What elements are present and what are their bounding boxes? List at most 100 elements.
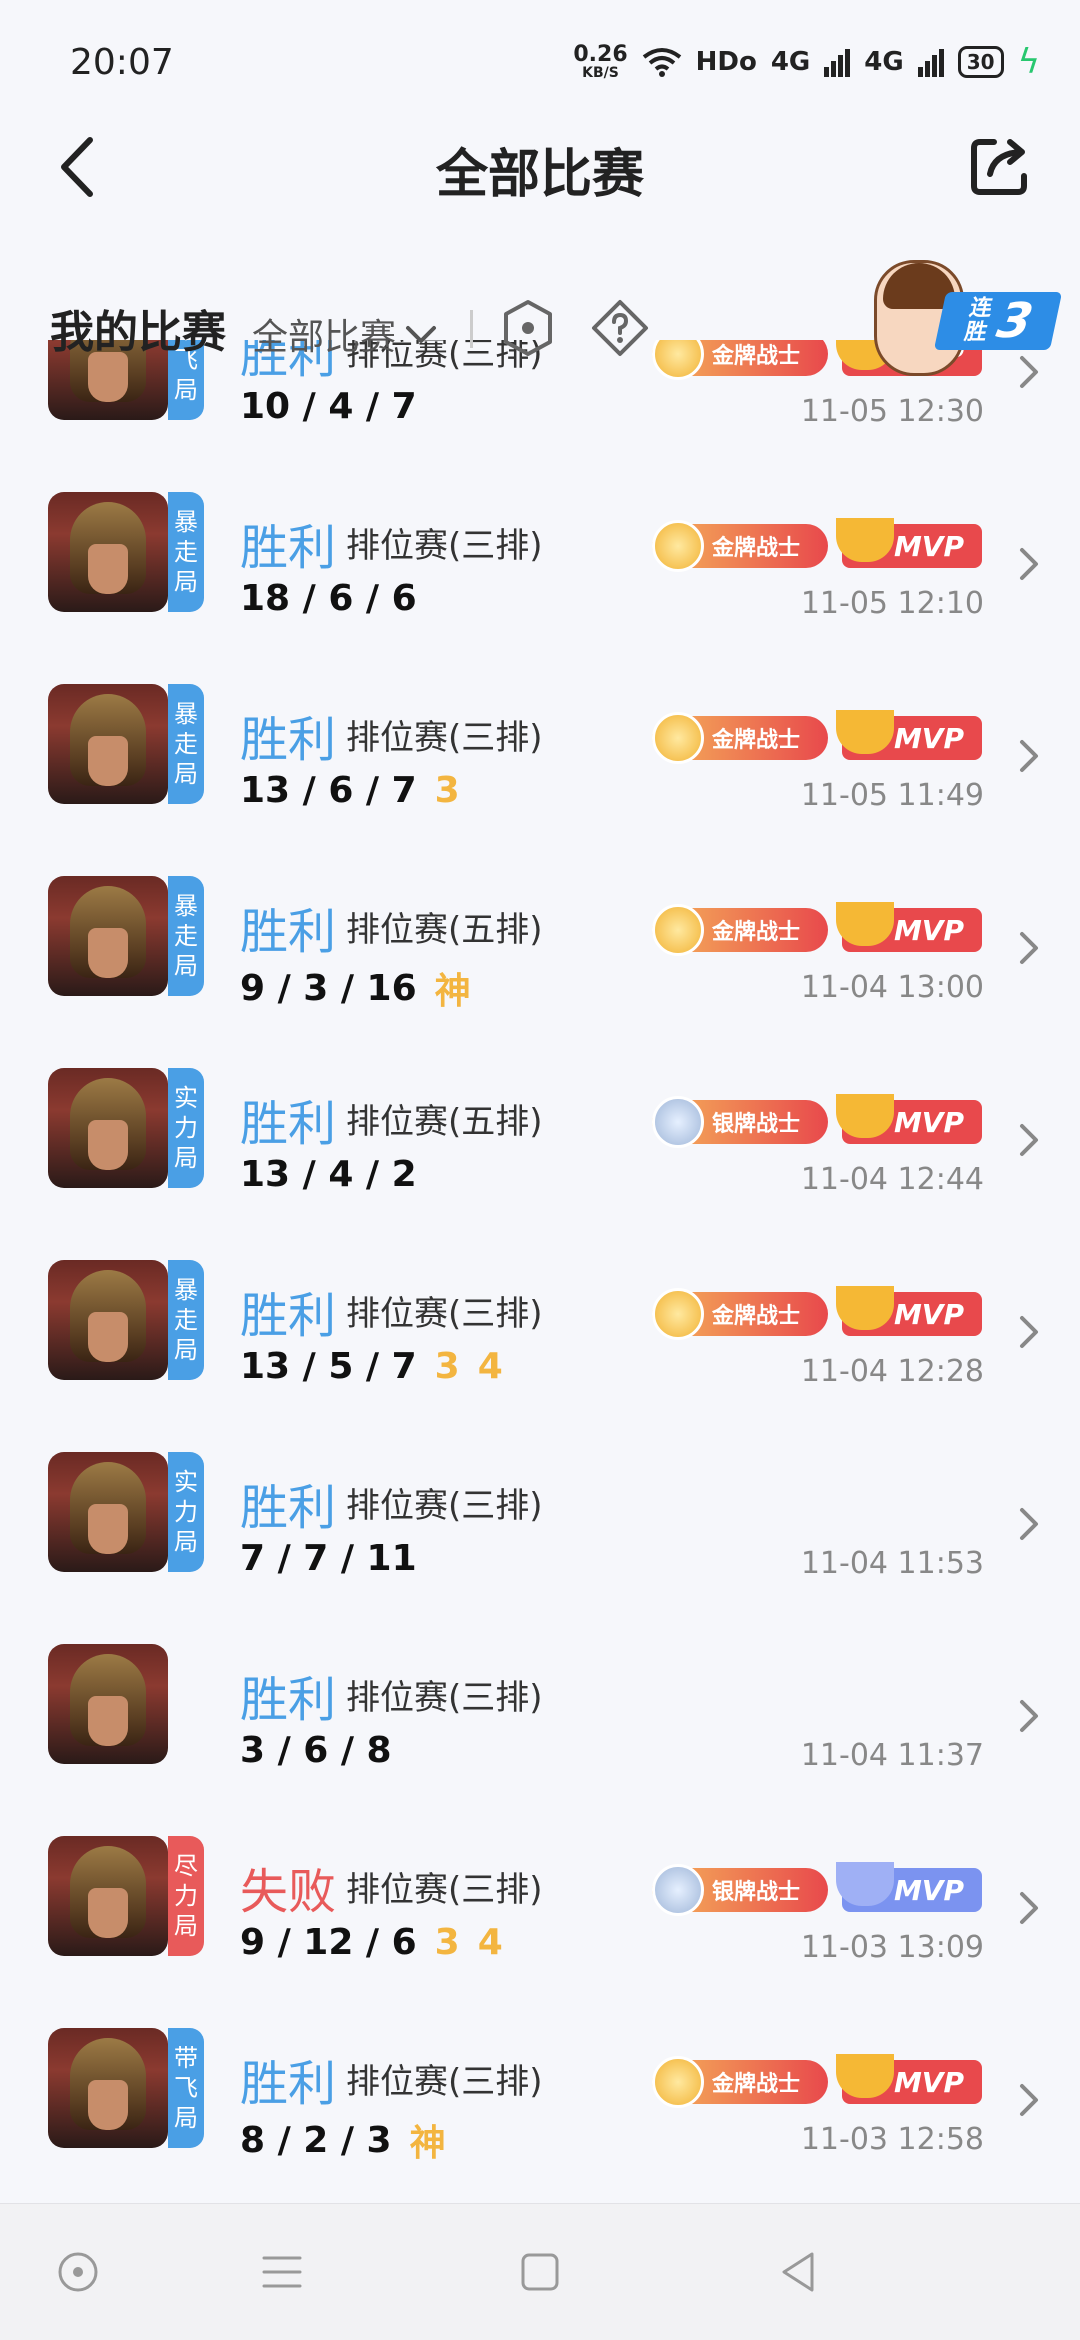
mode-tag: 尽 力 局 [168, 1836, 204, 1956]
signal-1-label: 4G [770, 47, 811, 77]
medal-label: 金牌战士 [712, 728, 801, 753]
highlight-badge: 神 [434, 971, 471, 1012]
home-square-icon[interactable] [510, 2242, 570, 2302]
match-result: 胜利 [240, 904, 337, 960]
gold-star-icon [652, 904, 704, 956]
chevron-right-icon[interactable] [1014, 736, 1044, 776]
highlight-badge: 4 [477, 1346, 503, 1387]
hexagon-icon[interactable] [500, 298, 556, 358]
match-type-dropdown[interactable]: 全部比赛 [252, 308, 438, 360]
match-result: 胜利 [240, 1480, 337, 1536]
kda: 7 / 7 / 11 [240, 1538, 417, 1579]
chevron-right-icon[interactable] [1014, 544, 1044, 584]
status-bar: 20:07 0.26 KB/S HDo 4G 4G 30 ϟ [0, 0, 1080, 120]
highlight-badge: 神 [409, 2123, 446, 2164]
medal-badge: 金牌战士 [652, 1288, 828, 1340]
match-time: 11-04 11:53 [800, 1546, 984, 1581]
kda-line: 7 / 7 / 11 [240, 1538, 417, 1579]
highlight-badge: 3 [434, 1922, 460, 1963]
match-row[interactable]: 尽 力 局失败 排位赛(三排) 9 / 12 / 6 3 4 银牌战士 MVP 11-03 1… [0, 1804, 1080, 1996]
my-matches-title: 我的比赛 [50, 307, 226, 358]
kda-line: 3 / 6 / 8 [240, 1730, 392, 1771]
match-row[interactable]: 暴 走 局胜利 排位赛(三排) 13 / 6 / 7 3 金牌战士 MVP 11-05 11… [0, 652, 1080, 844]
win-streak-badge[interactable]: 连胜 3 [860, 260, 1063, 380]
medal-label: 银牌战士 [712, 1112, 801, 1137]
gold-star-icon [652, 712, 704, 764]
gold-star-icon [652, 1288, 704, 1340]
mvp-badge: MVP [836, 902, 982, 952]
back-triangle-icon[interactable] [768, 2242, 828, 2302]
mode-tag: 暴 走 局 [168, 492, 204, 612]
medal-badge: 银牌战士 [652, 1864, 828, 1916]
chevron-right-icon[interactable] [1014, 2080, 1044, 2120]
mvp-badge: MVP [836, 518, 982, 568]
status-icons: 0.26 KB/S HDo 4G 4G 30 ϟ [573, 42, 1040, 82]
chevron-right-icon[interactable] [1014, 1312, 1044, 1352]
question-icon[interactable] [590, 298, 650, 358]
kda: 9 / 12 / 6 [240, 1922, 417, 1963]
kda-line: 8 / 2 / 3 神 [240, 2114, 446, 2166]
medal-label: 金牌战士 [712, 2072, 801, 2097]
trophy-icon [836, 518, 894, 562]
hero-avatar [48, 684, 168, 804]
match-list: 带 飞 局胜利排位赛(三排)10 / 4 / 7金牌战士MVP11-05 12:… [0, 340, 1080, 2200]
match-result: 胜利 [240, 1288, 337, 1344]
match-time: 11-05 12:10 [800, 586, 984, 621]
queue-type: 排位赛(三排) [346, 526, 543, 566]
match-time: 11-03 13:09 [800, 1930, 984, 1965]
chevron-right-icon[interactable] [1014, 928, 1044, 968]
medal-label: 金牌战士 [712, 1304, 801, 1329]
chevron-right-icon[interactable] [1014, 1120, 1044, 1160]
match-row[interactable]: 暴 走 局胜利 排位赛(三排) 13 / 5 / 7 3 4 金牌战士 MVP 11-04 1… [0, 1228, 1080, 1420]
match-result: 失败 [240, 1864, 337, 1920]
match-time: 11-05 11:49 [800, 778, 984, 813]
queue-type: 排位赛(五排) [346, 1102, 543, 1142]
filter-row: 我的比赛 全部比赛 连胜 3 [0, 260, 1080, 380]
mode-tag: 实 力 局 [168, 1068, 204, 1188]
mode-tag: 暴 走 局 [168, 876, 204, 996]
kda-line: 10 / 4 / 7 [240, 386, 417, 427]
chevron-right-icon[interactable] [1014, 1504, 1044, 1544]
menu-icon[interactable] [252, 2242, 312, 2302]
match-row[interactable]: 胜利 排位赛(三排) 3 / 6 / 8 11-04 11:37 [0, 1612, 1080, 1804]
chevron-right-icon[interactable] [1014, 1888, 1044, 1928]
assistant-dot-icon[interactable] [48, 2242, 108, 2302]
medal-badge: 金牌战士 [652, 712, 828, 764]
mvp-badge: MVP [836, 1286, 982, 1336]
mvp-label: MVP [893, 529, 964, 563]
match-row[interactable]: 暴 走 局胜利 排位赛(五排) 9 / 3 / 16 神 金牌战士 MVP 11-04 13… [0, 844, 1080, 1036]
kda: 3 / 6 / 8 [240, 1730, 392, 1771]
queue-type: 排位赛(三排) [346, 718, 543, 758]
medal-badge: 金牌战士 [652, 520, 828, 572]
kda-line: 13 / 4 / 2 [240, 1154, 417, 1195]
signal-bars-icon [917, 49, 944, 77]
hero-avatar [48, 876, 168, 996]
hero-avatar [48, 1452, 168, 1572]
mvp-badge: MVP [836, 710, 982, 760]
match-row[interactable]: 带 飞 局胜利 排位赛(三排) 8 / 2 / 3 神 金牌战士 MVP 11-03 12:… [0, 1996, 1080, 2188]
wifi-icon [642, 48, 681, 77]
app-header: 全部比赛 [0, 120, 1080, 220]
trophy-icon [836, 902, 894, 946]
share-icon[interactable] [968, 134, 1032, 198]
page-title: 全部比赛 [435, 145, 644, 205]
match-row[interactable]: 实 力 局胜利 排位赛(三排) 7 / 7 / 11 11-04 11:53 [0, 1420, 1080, 1612]
match-row[interactable]: 暴 走 局胜利 排位赛(三排) 18 / 6 / 6 金牌战士 MVP 11-05 12:… [0, 460, 1080, 652]
medal-label: 金牌战士 [712, 536, 801, 561]
gold-star-icon [652, 520, 704, 572]
kda: 10 / 4 / 7 [240, 386, 417, 427]
kda: 13 / 4 / 2 [240, 1154, 417, 1195]
match-row[interactable]: 实 力 局胜利 排位赛(五排) 13 / 4 / 2 银牌战士 MVP 11-04 12:… [0, 1036, 1080, 1228]
status-time: 20:07 [70, 42, 174, 83]
hero-avatar [48, 2028, 168, 2148]
highlight-badge: 3 [434, 770, 460, 811]
chevron-right-icon[interactable] [1014, 1696, 1044, 1736]
divider [470, 310, 473, 348]
trophy-icon [836, 1862, 894, 1906]
match-result: 胜利 [240, 2056, 337, 2112]
match-time: 11-04 12:44 [800, 1162, 984, 1197]
streak-banner: 连胜 3 [933, 292, 1063, 350]
signal-bars-icon [824, 49, 851, 77]
match-result: 胜利 [240, 520, 337, 576]
kda-line: 13 / 6 / 7 3 [240, 770, 460, 811]
